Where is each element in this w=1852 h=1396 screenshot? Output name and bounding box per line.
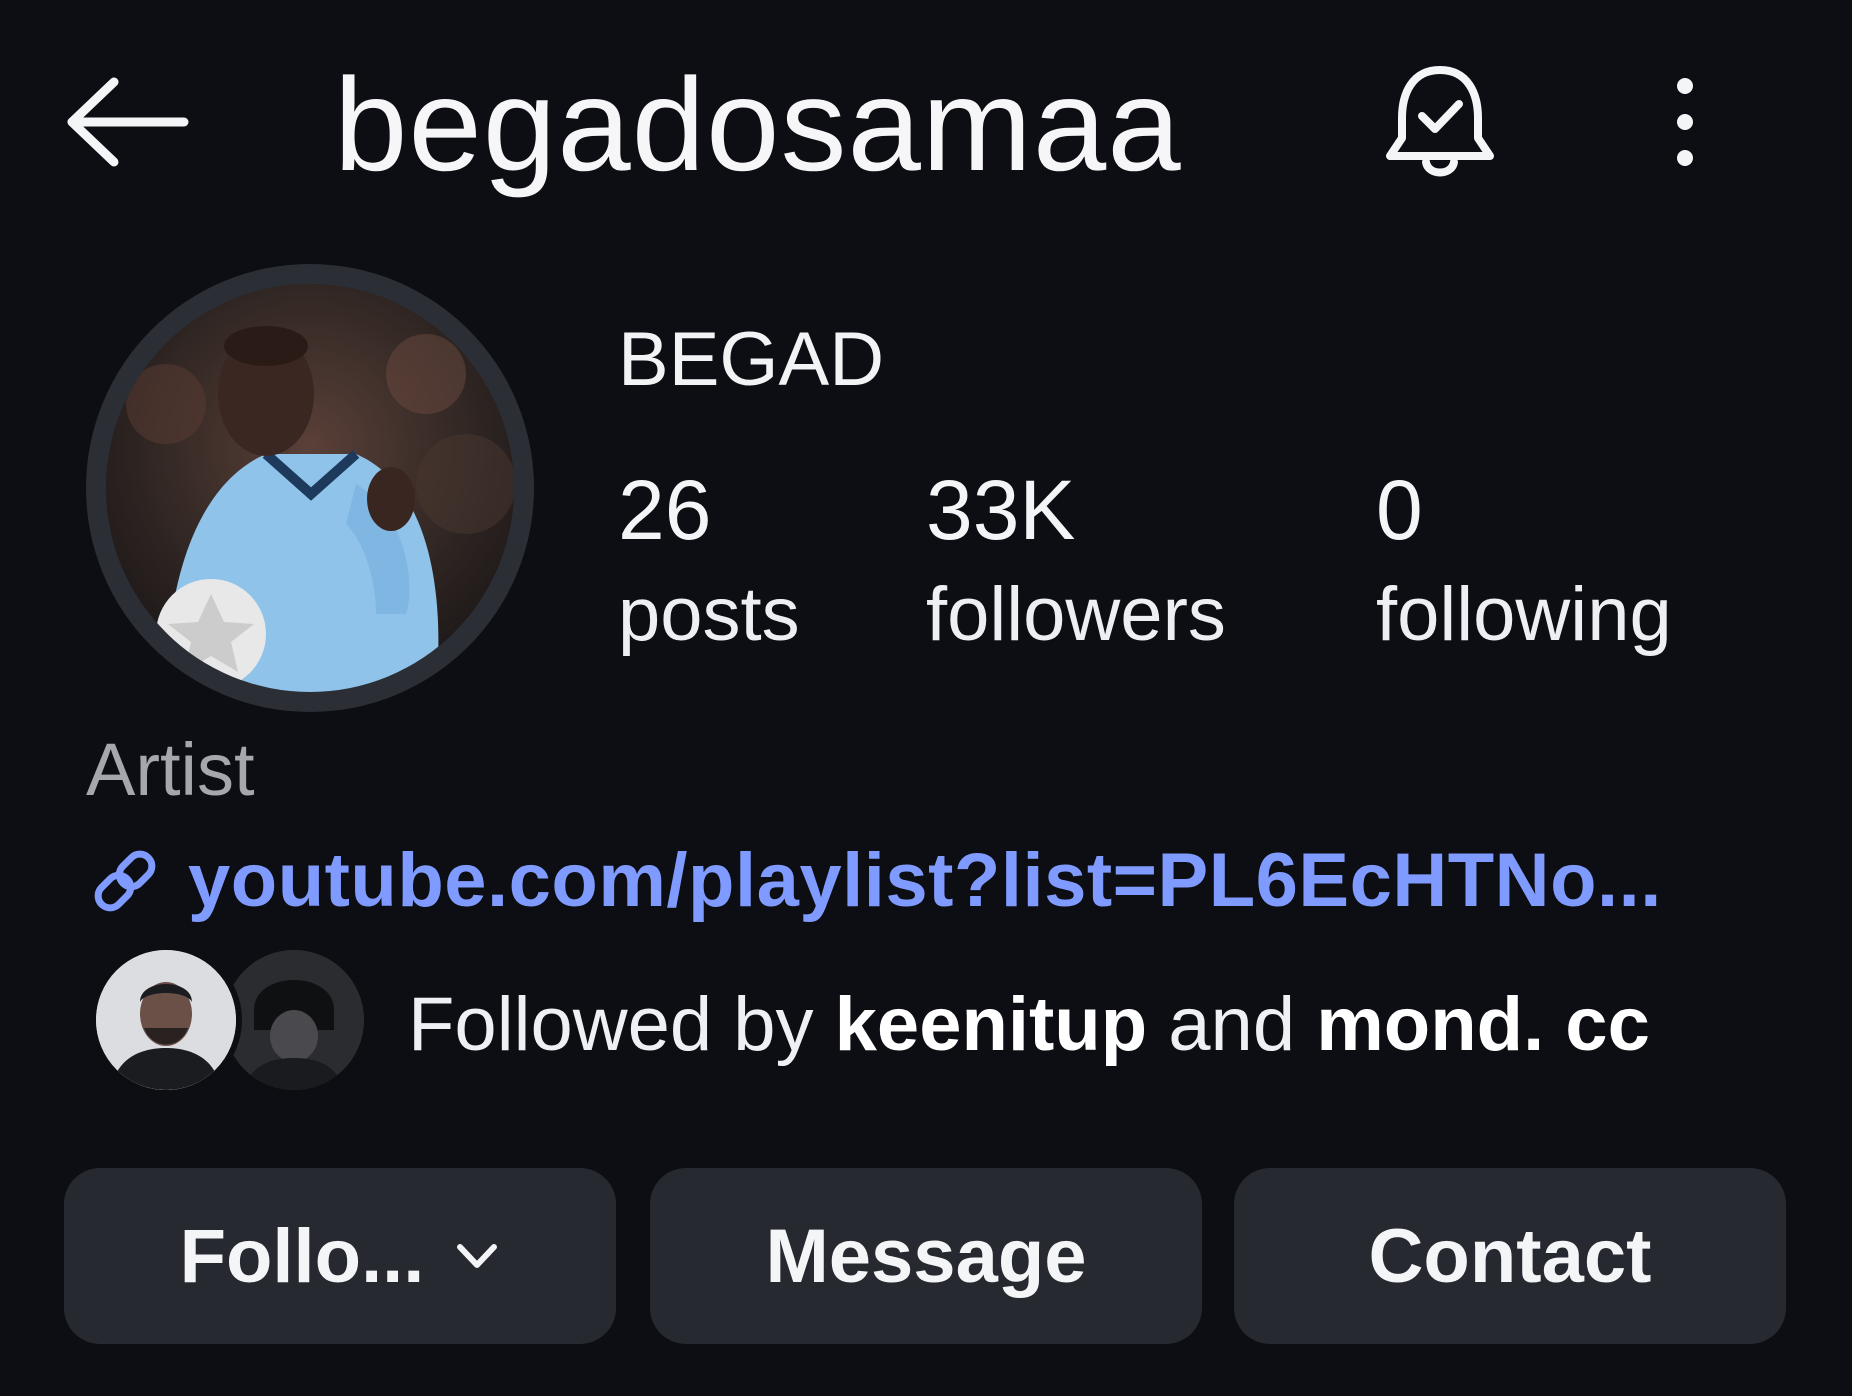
chevron-down-icon [457,1244,498,1268]
followed-by-text[interactable]: Followed by keenitup and mond. cc [408,980,1650,1070]
followers-stat[interactable]: 33K followers [926,460,1226,670]
bio-link-text: youtube.com/playlist?list=PL6EcHTNo... [188,838,1662,923]
more-vertical-icon [1677,78,1693,166]
following-count: 0 [1376,463,1423,557]
following-stat[interactable]: 0 following [1376,460,1672,670]
mutual-follower-2[interactable]: mond. cc [1316,982,1650,1067]
followers-label: followers [926,572,1226,657]
followers-count: 33K [926,463,1076,557]
followed-by-prefix: Followed by [408,982,814,1067]
link-icon [94,850,156,912]
bell-check-icon [1386,66,1494,177]
mutual-follower-1[interactable]: keenitup [835,982,1148,1067]
top-bar: begadosamaa [0,0,1852,240]
profile-screen: begadosamaa BEGAD 26 posts 33K followers… [0,0,1852,1396]
message-button[interactable]: Message [650,1168,1202,1344]
followed-by-conjunction: and [1168,982,1296,1067]
following-button-label: Follo... [179,1213,425,1299]
following-label: following [1376,572,1672,657]
back-button[interactable] [62,72,192,172]
arrow-left-icon [67,77,189,167]
profile-category: Artist [86,728,255,811]
posts-label: posts [618,572,800,657]
avatar-photo [224,950,364,1090]
following-dropdown-button[interactable]: Follo... [64,1168,616,1344]
profile-username: begadosamaa [334,51,1182,198]
avatar-photo [106,284,514,692]
contact-button[interactable]: Contact [1234,1168,1786,1344]
profile-display-name: BEGAD [618,317,885,402]
more-options-button[interactable] [1655,72,1715,172]
posts-stat[interactable]: 26 posts [618,460,800,670]
avatar-photo [96,950,236,1090]
notifications-button[interactable] [1380,60,1500,186]
mutual-follower-avatar-1[interactable] [90,944,242,1096]
profile-avatar[interactable] [106,284,514,692]
posts-count: 26 [618,463,712,557]
